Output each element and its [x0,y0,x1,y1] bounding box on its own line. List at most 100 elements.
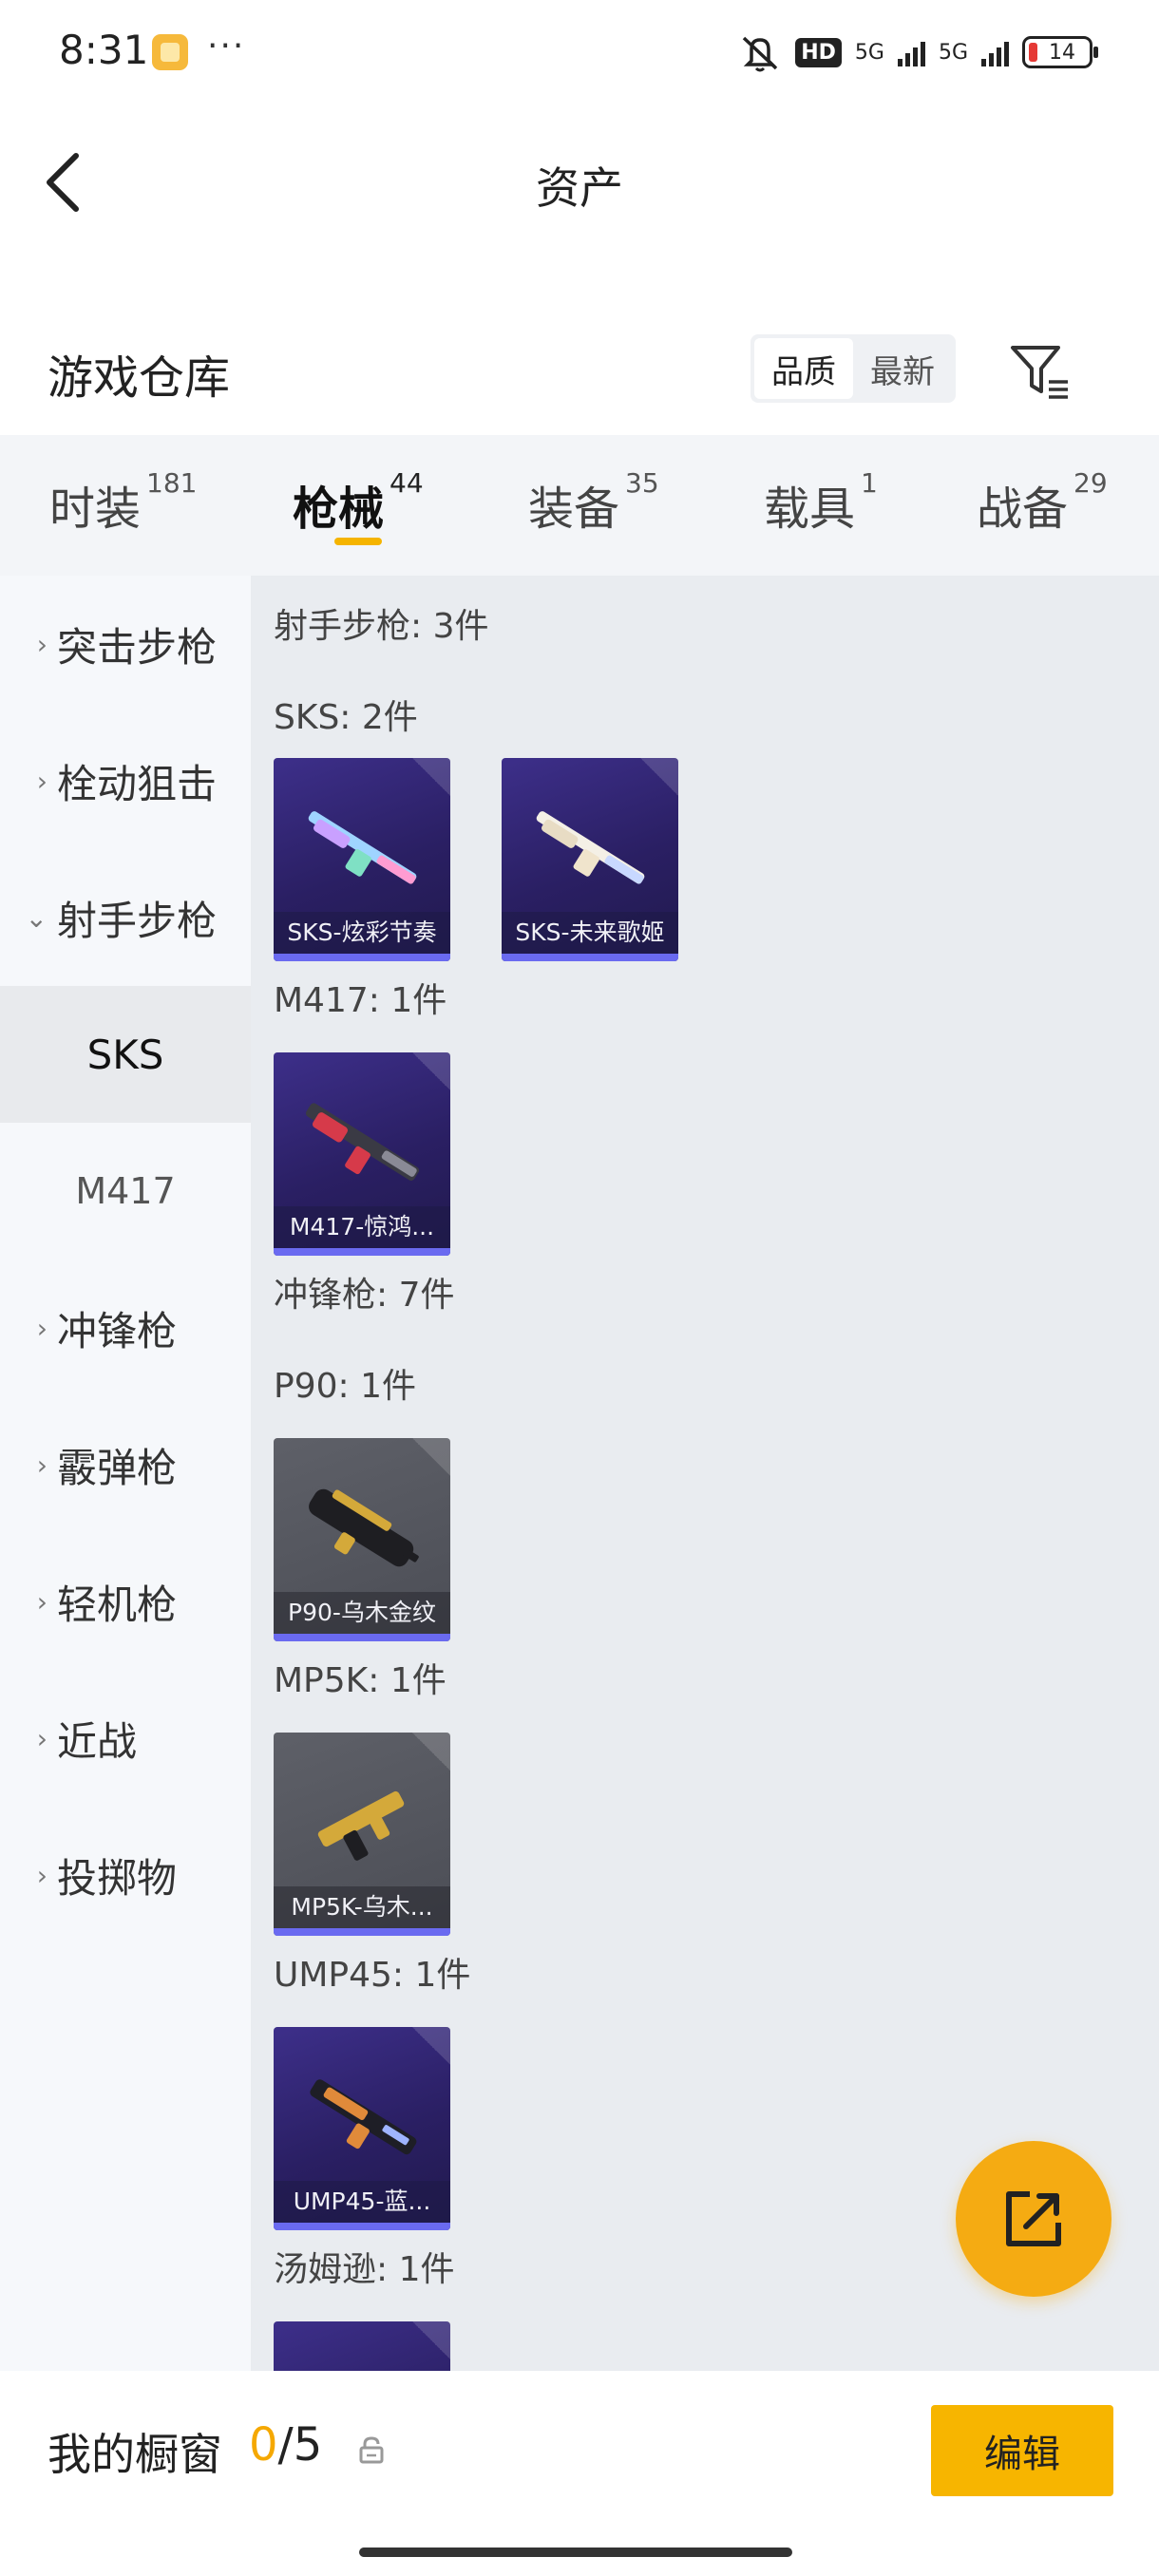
sidebar-item-label: 近战 [57,1717,138,1765]
weapon-card[interactable]: MP5K-乌木... [274,1733,450,1936]
showcase-current: 0 [249,2418,278,2472]
sks-skin-image [536,811,645,884]
group-label-p90: P90: 1件 [274,1367,416,1406]
sidebar-item-assault-rifle[interactable]: › 突击步枪 [0,576,251,712]
group-label-thompson: 汤姆逊: 1件 [274,2250,455,2289]
tab-count: 29 [1074,467,1108,499]
weapon-card[interactable]: UMP45-蓝... [274,2027,450,2230]
chevron-right-icon: › [36,1585,48,1618]
rarity-bar [274,1248,450,1256]
tab-label: 战备 [977,483,1069,536]
notification-app-icon [152,34,188,70]
tab-count: 35 [625,467,659,499]
weapon-grid: 射手步枪: 3件 SKS: 2件 SKS-炫彩节奏 SKS-未来歌姬 M417:… [251,576,1159,2371]
sidebar-subitem-sks[interactable]: SKS [0,986,251,1123]
sort-newest-button[interactable]: 最新 [853,338,952,399]
sidebar-item-smg[interactable]: › 冲锋枪 [0,1260,251,1396]
edit-button[interactable]: 编辑 [931,2405,1113,2496]
rarity-bar [502,954,678,961]
home-indicator[interactable] [359,2548,792,2557]
active-tab-indicator [334,538,382,545]
sort-quality-button[interactable]: 品质 [754,338,853,399]
rarity-bar [274,2223,450,2230]
showcase-count: 0/5 [249,2418,322,2472]
mute-icon [743,36,778,72]
weapon-card[interactable]: M417-惊鸿... [274,1052,450,1256]
weapon-card-name: M417-惊鸿... [274,1206,450,1248]
group-label-ump45: UMP45: 1件 [274,1956,471,1995]
tab-count: 44 [390,467,424,499]
lock-icon [359,2436,384,2464]
sks-skin-image [308,811,417,884]
weapon-card-name: P90-乌木金纹 [274,1592,450,1634]
group-label-m417: M417: 1件 [274,981,447,1020]
share-button[interactable] [956,2141,1112,2297]
chevron-right-icon: › [36,1449,48,1481]
weapon-card[interactable]: SKS-未来歌姬 [502,758,678,961]
weapon-card-name: UMP45-蓝... [274,2181,450,2223]
sidebar-item-label: 射手步枪 [57,897,218,944]
network-type-1: 5G [854,40,884,65]
network-type-2: 5G [938,40,968,65]
battery-icon: 14 [1022,36,1098,68]
sidebar-item-melee[interactable]: › 近战 [0,1670,251,1807]
showcase-bar: 我的橱窗 0/5 编辑 [0,2371,1159,2576]
chevron-right-icon: › [36,1312,48,1344]
filter-icon [1011,346,1068,399]
sidebar-item-label: 投掷物 [57,1854,178,1902]
sidebar-item-shotgun[interactable]: › 霰弹枪 [0,1396,251,1533]
tab-label: 时装 [49,483,142,536]
sidebar-subitem-m417[interactable]: M417 [0,1123,251,1260]
signal-icon-2 [981,38,1009,66]
rarity-bar [274,1634,450,1641]
tab-equipment[interactable]: 装备 35 [528,467,659,538]
sidebar-item-lmg[interactable]: › 轻机枪 [0,1533,251,1670]
signal-icon-1 [897,38,925,66]
mp5k-skin-image [317,1790,405,1861]
sort-toggle: 品质 最新 [750,334,956,403]
status-icons: HD 5G 5G 14 [738,32,1098,72]
section-label-marksman: 射手步枪: 3件 [274,607,489,646]
status-bar: 8:31 ··· HD 5G 5G 14 [0,0,1159,104]
more-notifications-icon: ··· [207,27,246,66]
sidebar-item-bolt-sniper[interactable]: › 栓动狙击 [0,712,251,849]
tab-vehicles[interactable]: 载具 1 [764,467,878,538]
sidebar-item-label: 突击步枪 [57,623,218,671]
weapon-card[interactable]: SKS-炫彩节奏 [274,758,450,961]
hd-voice-icon: HD [795,37,842,67]
tab-label: 枪械 [293,483,385,536]
sidebar-item-throwables[interactable]: › 投掷物 [0,1807,251,1943]
weapon-card[interactable]: P90-乌木金纹 [274,1438,450,1641]
thompson-skin-image [291,2350,433,2371]
tab-battle-gear[interactable]: 战备 29 [977,467,1108,538]
sidebar-item-label: 栓动狙击 [57,760,218,807]
rarity-bar [274,1928,450,1936]
tab-label: 装备 [528,483,620,536]
status-time: 8:31 [59,27,149,73]
showcase-max: /5 [277,2418,323,2472]
chevron-right-icon: › [36,628,48,660]
sidebar-item-marksman-rifle[interactable]: ⌄ 射手步枪 [0,849,251,986]
weapon-card[interactable] [274,2321,450,2371]
warehouse-header: 游戏仓库 品质 最新 [0,313,1159,427]
weapon-card-name: SKS-未来歌姬 [502,912,678,954]
nav-bar: 资产 [0,104,1159,247]
warehouse-title: 游戏仓库 [48,351,231,405]
tab-count: 1 [861,467,878,499]
group-label-mp5k: MP5K: 1件 [274,1661,446,1700]
chevron-right-icon: › [36,1722,48,1754]
chevron-down-icon: ⌄ [25,901,48,934]
sidebar-item-label: 轻机枪 [57,1581,178,1628]
showcase-label: 我的橱窗 [48,2429,222,2480]
battery-level: 14 [1049,40,1075,65]
tab-firearms[interactable]: 枪械 44 [293,467,424,538]
page-title: 资产 [536,162,623,214]
section-label-smg: 冲锋枪: 7件 [274,1276,455,1315]
group-label-sks: SKS: 2件 [274,698,418,737]
tab-fashion[interactable]: 时装 181 [49,467,197,538]
tab-count: 181 [146,467,198,499]
chevron-right-icon: › [36,1859,48,1891]
sidebar-item-label: 霰弹枪 [57,1444,178,1491]
rarity-bar [274,954,450,961]
filter-button[interactable] [1007,338,1074,405]
